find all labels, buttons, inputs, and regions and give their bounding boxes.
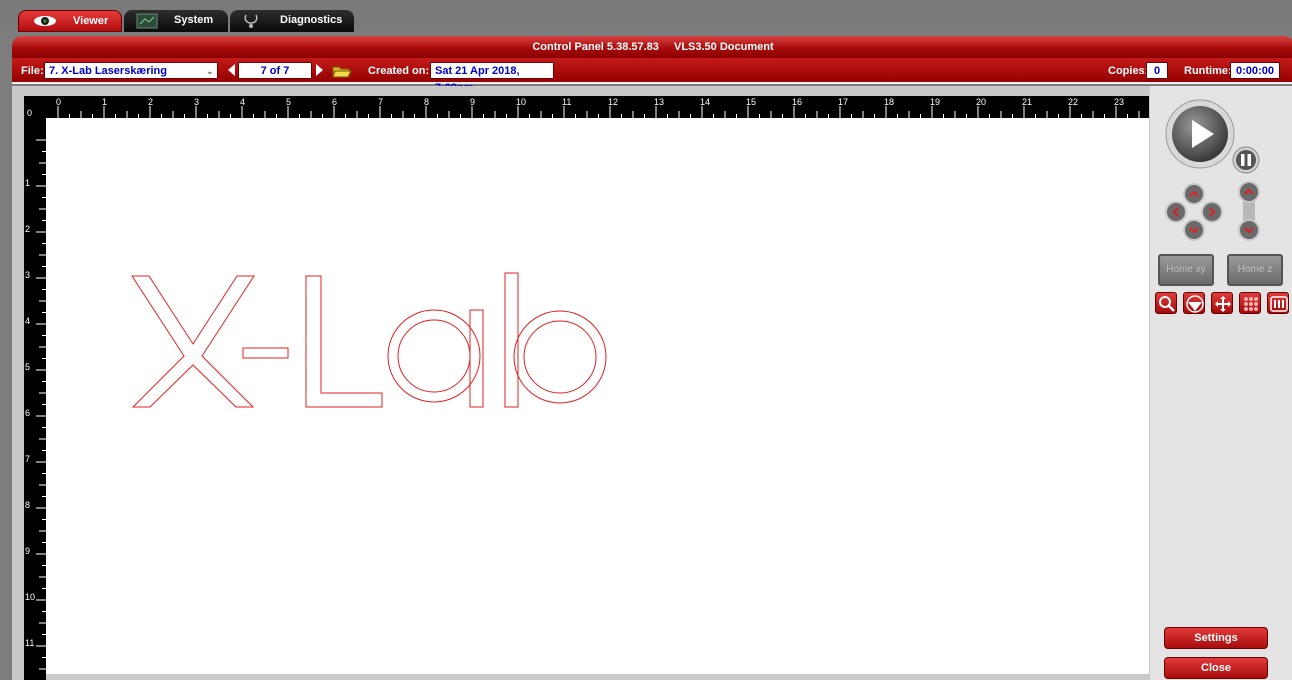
dots-icon[interactable] (1239, 292, 1261, 314)
ruler-origin-label: 0 (27, 108, 32, 118)
z-jog-pad (1238, 181, 1260, 241)
settings-button[interactable]: Settings (1164, 627, 1268, 649)
ruler-v-label: 6 (25, 408, 30, 418)
tab-viewer[interactable]: Viewer (18, 10, 122, 32)
ruler-h-label: 21 (1022, 97, 1032, 107)
ruler-h-label: 8 (424, 97, 429, 107)
tab-diagnostics[interactable]: Diagnostics (230, 10, 354, 32)
move-icon[interactable] (1211, 292, 1233, 314)
job-preview-page[interactable] (46, 118, 1149, 674)
design-preview (131, 272, 607, 408)
ruler-h-label: 19 (930, 97, 940, 107)
copies-label: Copies: (1108, 65, 1149, 77)
chevron-down-icon: ⌄ (205, 66, 214, 77)
ruler-h-label: 12 (608, 97, 618, 107)
home-z-button[interactable]: Home z (1227, 254, 1283, 286)
ruler-h-label: 4 (240, 97, 245, 107)
tab-system[interactable]: System (124, 10, 228, 32)
horizontal-ruler: 0 1 2 3 4 5 6 7 8 9 10 11 12 13 14 15 16 17 18 19 20 21 22 23 0 (24, 96, 1149, 118)
previous-page-button[interactable] (228, 64, 235, 76)
file-select-value: 7. X-Lab Laserskæring (49, 65, 167, 77)
ruler-h-label: 17 (838, 97, 848, 107)
runtime-field: 0:00:00 (1230, 62, 1280, 79)
jog-left-button[interactable] (1165, 201, 1187, 223)
xy-jog-pad (1165, 183, 1223, 241)
design-hyphen (242, 347, 289, 359)
home-xy-button[interactable]: Home xy (1158, 254, 1214, 286)
pause-icon (1232, 146, 1260, 174)
ruler-v-label: 10 (25, 592, 35, 602)
ruler-v-label: 8 (25, 500, 30, 510)
created-date-field: Sat 21 Apr 2018, 7:09pm (430, 62, 554, 94)
ruler-h-label: 23 (1114, 97, 1124, 107)
tab-diagnostics-label: Diagnostics (280, 14, 343, 26)
counter-icon[interactable] (1267, 292, 1289, 314)
ruler-h-label: 16 (792, 97, 802, 107)
file-select[interactable]: 7. X-Lab Laserskæring ⌄ (44, 62, 218, 79)
ruler-v-label: 5 (25, 362, 30, 372)
ruler-h-label: 7 (378, 97, 383, 107)
title-bar: Control Panel 5.38.57.83 VLS3.50 Documen… (12, 36, 1292, 58)
ruler-h-label: 13 (654, 97, 664, 107)
ruler-h-label: 5 (286, 97, 291, 107)
ruler-h-label: 9 (470, 97, 475, 107)
next-page-button[interactable] (316, 64, 323, 76)
ruler-h-label: 3 (194, 97, 199, 107)
ruler-v-label: 7 (25, 454, 30, 464)
ruler-h-label: 2 (148, 97, 153, 107)
ruler-v-label: 4 (25, 316, 30, 326)
job-canvas-area: 0 1 2 3 4 5 6 7 8 9 10 11 12 13 14 15 16 17 18 19 20 21 22 23 0 … (12, 86, 1150, 680)
ruler-h-label: 10 (516, 97, 526, 107)
open-folder-icon[interactable] (332, 63, 352, 82)
file-toolbar: File: 7. X-Lab Laserskæring ⌄ 7 of 7 Cre… (12, 58, 1292, 94)
design-letter-x (131, 275, 255, 408)
design-letter-l (305, 275, 383, 408)
document-title: VLS3.50 Document (673, 41, 774, 53)
eye-icon (33, 14, 57, 31)
start-job-button[interactable] (1164, 98, 1236, 170)
z-up-button[interactable] (1238, 181, 1260, 203)
jog-right-button[interactable] (1201, 201, 1223, 223)
ruler-h-label: 20 (976, 97, 986, 107)
created-label: Created on: (368, 65, 430, 77)
tab-viewer-label: Viewer (73, 15, 109, 27)
close-button[interactable]: Close (1164, 657, 1268, 679)
page-indicator: 7 of 7 (238, 62, 312, 79)
runtime-label: Runtime: (1184, 65, 1232, 77)
ruler-v-label: 2 (25, 224, 30, 234)
focus-icon[interactable] (1183, 292, 1205, 314)
design-letter-a (387, 309, 484, 408)
copies-field: 0 (1146, 62, 1168, 79)
ruler-h-label: 6 (332, 97, 337, 107)
ruler-v-label: 11 (25, 638, 34, 648)
pause-job-button[interactable] (1232, 146, 1260, 174)
file-label: File: (21, 65, 44, 77)
ruler-h-label: 11 (562, 97, 571, 107)
magnifier-icon[interactable] (1155, 292, 1177, 314)
monitor-icon (136, 13, 158, 32)
control-panel: Home xy Home z Settings Close (1150, 86, 1292, 680)
play-icon (1165, 99, 1235, 169)
ruler-v-label: 3 (25, 270, 30, 280)
ruler-v-label: 9 (25, 546, 30, 556)
z-down-button[interactable] (1238, 219, 1260, 241)
ruler-v-label: 1 (25, 178, 30, 188)
stethoscope-icon (242, 13, 260, 32)
vertical-ruler: 1 2 3 4 5 6 7 8 9 10 11 (24, 118, 46, 680)
ruler-h-label: 1 (102, 97, 107, 107)
design-letter-b (504, 272, 607, 408)
ruler-h-label: 0 (56, 97, 61, 107)
ruler-h-label: 14 (700, 97, 710, 107)
ruler-h-label: 22 (1068, 97, 1078, 107)
tab-system-label: System (174, 14, 214, 26)
jog-down-button[interactable] (1183, 219, 1205, 241)
ruler-h-label: 15 (746, 97, 756, 107)
app-title: Control Panel 5.38.57.83 (532, 41, 659, 53)
jog-up-button[interactable] (1183, 183, 1205, 205)
tab-strip: Viewer System Diagnostics (0, 0, 1292, 32)
ruler-h-label: 18 (884, 97, 894, 107)
